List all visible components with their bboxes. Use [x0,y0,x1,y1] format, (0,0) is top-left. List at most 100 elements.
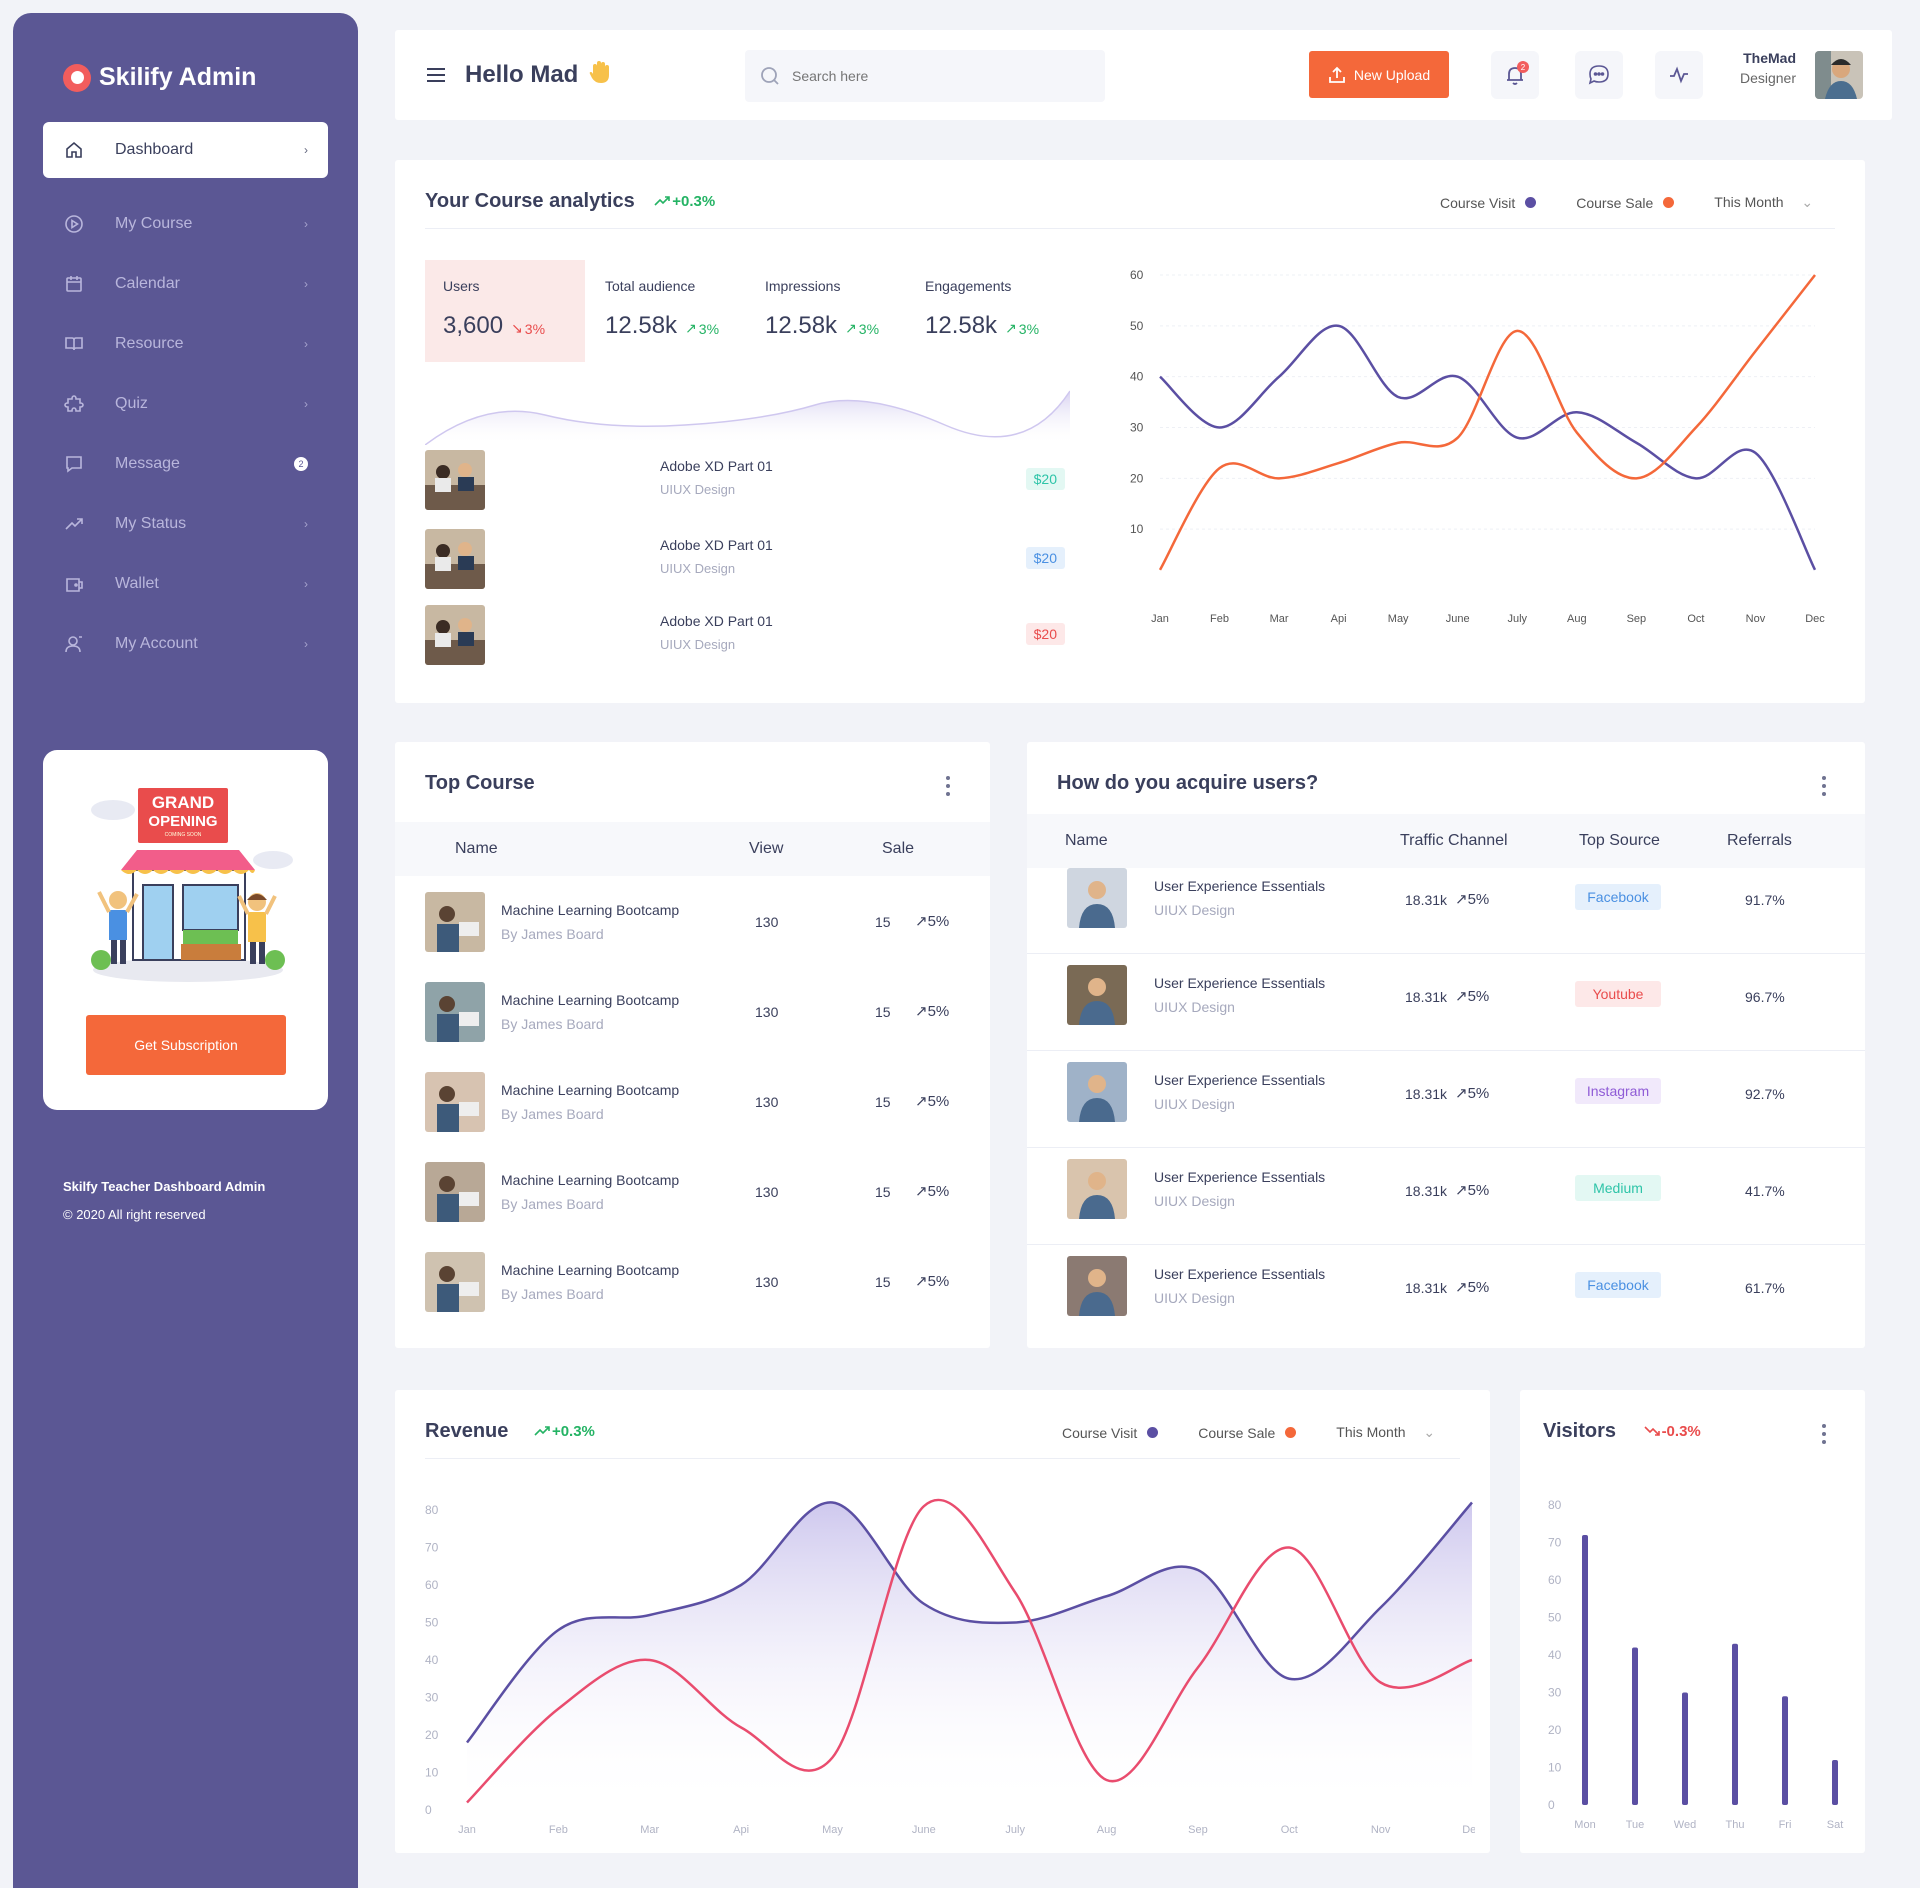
trend-up-icon [534,1426,550,1436]
x-tick-label: Aug [1097,1824,1117,1836]
more-options-icon[interactable] [946,776,950,800]
course-title: Machine Learning Bootcamp [501,902,680,918]
sidebar-item-label: My Status [115,515,187,532]
y-tick-label: 10 [425,1766,439,1780]
sidebar-item-my-course[interactable]: My Course › [43,196,328,252]
x-tick-label: Thu [1726,1819,1745,1830]
brand[interactable]: Skilify Admin [63,63,256,92]
course-subtitle: UIUX Design [660,561,736,576]
analytics-legend: Course Visit Course Sale This Month ⌄ [1440,194,1813,211]
stat-trend: ↗ 3% [1005,320,1040,337]
y-tick-label: 60 [1548,1573,1562,1587]
top-course-row[interactable]: Machine Learning Bootcamp By James Board 1… [395,982,990,1062]
course-title: Adobe XD Part 01 [660,613,773,629]
course-title: User Experience Essentials [1154,1072,1326,1088]
hamburger-menu-icon[interactable] [427,68,445,86]
course-author: By James Board [501,926,604,942]
period-select[interactable]: This Month ⌄ [1714,194,1813,211]
chevron-down-icon: ⌄ [1423,1424,1436,1440]
y-tick-label: 50 [425,1616,439,1630]
sidebar-item-message[interactable]: Message 2 [43,436,328,492]
course-subtitle: UIUX Design [1154,1290,1235,1306]
course-list-item[interactable]: Adobe XD Part 01 UIUX Design $20 [425,605,1065,665]
traffic-value: 18.31k [1405,1280,1448,1296]
visitors-trend: -0.3% [1643,1423,1701,1440]
course-author: By James Board [501,1286,604,1302]
y-tick-label: 0 [1548,1798,1555,1812]
acquire-table-header: Name Traffic Channel Top Source Referral… [1027,814,1865,868]
sidebar-item-quiz[interactable]: Quiz › [43,376,328,432]
sidebar-item-label: My Course [115,215,193,232]
course-subtitle: UIUX Design [1154,999,1235,1015]
y-tick-label: 80 [425,1503,439,1517]
user-avatar[interactable] [1815,51,1863,99]
course-title: User Experience Essentials [1154,1169,1326,1185]
acquire-row[interactable]: User Experience Essentials UIUX Design 18.… [1027,1159,1865,1239]
acquire-row[interactable]: User Experience Essentials UIUX Design 18.… [1027,1256,1865,1336]
top-course-title: Top Course [425,772,535,794]
top-course-row[interactable]: Machine Learning Bootcamp By James Board 1… [395,1072,990,1152]
more-options-icon[interactable] [1822,1424,1826,1448]
sidebar-item-dashboard[interactable]: Dashboard › [43,122,328,178]
upload-icon [1328,66,1345,83]
notification-button[interactable]: 2 [1491,51,1539,99]
top-course-row[interactable]: Machine Learning Bootcamp By James Board 1… [395,1162,990,1242]
sidebar-item-label: Calendar [115,275,180,292]
stat-total-audience[interactable]: Total audience 12.58k ↗ 3% [587,260,747,362]
search-bar[interactable] [745,50,1105,102]
stat-users[interactable]: Users 3,600 ↘ 3% [425,260,585,362]
top-course-row[interactable]: Machine Learning Bootcamp By James Board 1… [395,892,990,972]
course-title: Machine Learning Bootcamp [501,1082,680,1098]
top-header: Hello Mad New Upload 2 TheMad Designer [395,30,1892,120]
x-tick-label: Aug [1567,613,1587,625]
legend-visit-dot [1525,197,1537,208]
course-list-item[interactable]: Adobe XD Part 01 UIUX Design $20 [425,529,1065,589]
legend-course-sale: Course Sale [1576,194,1654,211]
traffic-trend: ↗5% [1455,1085,1490,1102]
legend-course-sale: Course Sale [1198,1424,1276,1441]
column-header-source: Top Source [1579,832,1660,849]
stat-trend: ↗ 3% [845,320,880,337]
referrals-value: 61.7% [1745,1280,1785,1296]
top-course-card: Top Course Name View Sale Machine Learni… [395,742,990,1348]
chevron-down-icon: ⌄ [1801,194,1814,210]
chat-icon [63,453,85,475]
acquire-row[interactable]: User Experience Essentials UIUX Design 18.… [1027,1062,1865,1142]
course-title: User Experience Essentials [1154,975,1326,991]
sidebar-item-calendar[interactable]: Calendar › [43,256,328,312]
column-header-sale: Sale [882,840,915,857]
sidebar-item-wallet[interactable]: Wallet › [43,556,328,612]
course-title: Machine Learning Bootcamp [501,992,680,1008]
course-views: 130 [755,1184,779,1200]
search-input[interactable] [792,68,1082,84]
chevron-right-icon: › [304,517,308,531]
sidebar-item-my-account[interactable]: My Account › [43,616,328,672]
course-title: Machine Learning Bootcamp [501,1172,680,1188]
more-options-icon[interactable] [1822,776,1826,800]
stat-engagements[interactable]: Engagements 12.58k ↗ 3% [907,260,1067,362]
x-tick-label: June [1446,613,1470,625]
messages-button[interactable] [1575,51,1623,99]
sidebar-item-label: Wallet [115,575,159,592]
user-info[interactable]: TheMad Designer [1620,50,1796,86]
course-thumbnail [425,982,485,1042]
acquire-row[interactable]: User Experience Essentials UIUX Design 18.… [1027,965,1865,1045]
get-subscription-button[interactable]: Get Subscription [86,1015,286,1075]
new-upload-button[interactable]: New Upload [1309,51,1449,98]
column-header-view: View [749,840,784,857]
period-select[interactable]: This Month ⌄ [1336,1424,1435,1441]
stat-label: Total audience [605,278,696,294]
sidebar-item-my-status[interactable]: My Status › [43,496,328,552]
trend-down-icon [1643,1426,1660,1436]
sidebar-item-resource[interactable]: Resource › [43,316,328,372]
x-tick-label: Wed [1674,1819,1696,1830]
grand-opening-illustration: GRAND OPENING COMING SOON [91,788,293,982]
traffic-trend: ↗5% [1455,891,1490,908]
x-tick-label: Oct [1281,1824,1298,1836]
source-badge: Facebook [1575,884,1661,910]
top-course-row[interactable]: Machine Learning Bootcamp By James Board 1… [395,1252,990,1332]
acquire-row[interactable]: User Experience Essentials UIUX Design 18.… [1027,868,1865,948]
bar-tue [1632,1647,1638,1805]
course-list-item[interactable]: Adobe XD Part 01 UIUX Design $20 [425,450,1065,510]
stat-impressions[interactable]: Impressions 12.58k ↗ 3% [747,260,907,362]
